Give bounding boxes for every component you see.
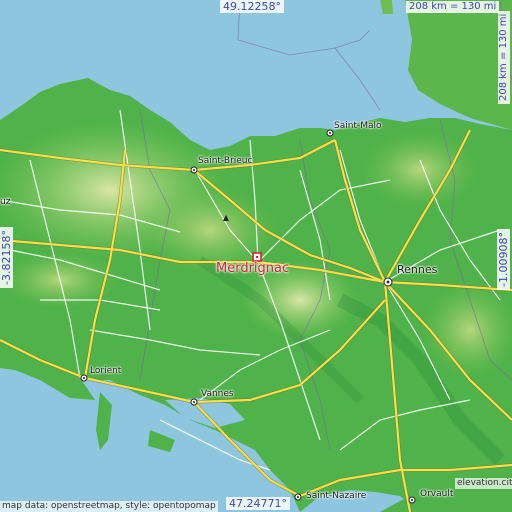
place-label-saint-brieuc: Saint-Brieuc (198, 156, 253, 166)
coord-west: -3.82158° (0, 227, 13, 288)
terrain-layer (0, 0, 512, 512)
target-label: Merdrignac (216, 261, 290, 276)
scale-vertical: 208 km = 130 mi (498, 10, 510, 104)
coord-north: 49.12258° (220, 0, 284, 13)
attribution-left[interactable]: map data: openstreetmap, style: opentopo… (0, 501, 218, 512)
place-label-partial: uz (0, 197, 11, 207)
place-label-rennes: Rennes (397, 263, 438, 276)
place-label-lorient: Lorient (90, 366, 122, 376)
place-label-saint-malo: Saint-Malo (334, 121, 382, 131)
scale-horizontal: 208 km = 130 mi (406, 1, 500, 13)
place-label-vannes: Vannes (201, 389, 234, 399)
attribution-right[interactable]: elevation.city (455, 478, 512, 489)
coord-east: -1.00908° (497, 229, 510, 290)
map-view[interactable]: Saint-Malo Saint-Brieuc Rennes Lorient V… (0, 0, 512, 512)
coord-south: 47.24771° (226, 497, 290, 510)
place-label-saint-nazaire: Saint-Nazaire (306, 491, 367, 501)
place-label-orvault: Orvault (420, 489, 454, 499)
